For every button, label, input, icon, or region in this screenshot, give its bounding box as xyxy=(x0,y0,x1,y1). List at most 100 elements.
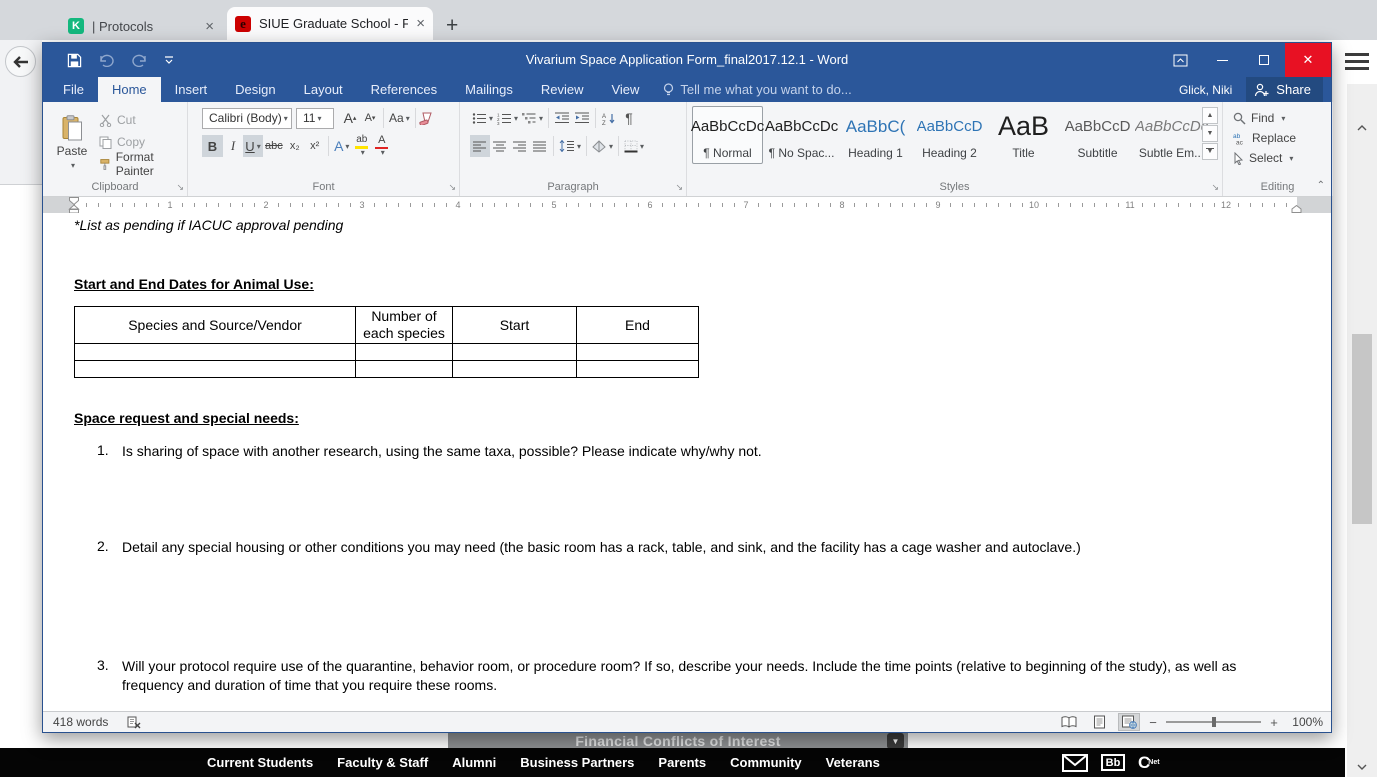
bold-button[interactable]: B xyxy=(202,135,223,157)
species-dates-table[interactable]: Species and Source/Vendor Number of each… xyxy=(74,306,699,378)
browser-back-button[interactable] xyxy=(5,46,36,77)
replace-button[interactable]: ab ac Replace xyxy=(1233,128,1296,148)
close-button[interactable]: ✕ xyxy=(1285,43,1331,77)
word-count[interactable]: 418 words xyxy=(53,712,108,732)
font-color-button[interactable]: A xyxy=(372,135,392,157)
blackboard-icon[interactable]: Bb xyxy=(1101,754,1125,771)
table-cell-empty[interactable] xyxy=(453,344,577,361)
read-mode-button[interactable] xyxy=(1058,713,1080,731)
right-indent-marker[interactable] xyxy=(1291,205,1302,213)
strikethrough-button[interactable]: abc xyxy=(263,135,285,157)
zoom-out-button[interactable]: − xyxy=(1148,715,1158,730)
tab-close-icon[interactable]: × xyxy=(205,19,214,34)
increase-indent-button[interactable] xyxy=(572,107,592,129)
italic-button[interactable]: I xyxy=(223,135,243,157)
footer-link-veterans[interactable]: Veterans xyxy=(826,755,880,770)
footer-link-alumni[interactable]: Alumni xyxy=(452,755,496,770)
align-left-button[interactable] xyxy=(470,135,490,157)
align-center-button[interactable] xyxy=(490,135,510,157)
styles-scroll-down[interactable]: ▼ xyxy=(1202,125,1218,142)
tab-insert[interactable]: Insert xyxy=(161,77,222,102)
style-no-spacing[interactable]: AaBbCcDc ¶ No Spac... xyxy=(766,106,837,164)
style-heading2[interactable]: AaBbCcD Heading 2 xyxy=(914,106,985,164)
styles-more-button[interactable]: ▼ xyxy=(1202,143,1218,160)
style-subtitle[interactable]: AaBbCcD Subtitle xyxy=(1062,106,1133,164)
cut-button[interactable]: Cut xyxy=(99,109,187,131)
print-layout-button[interactable] xyxy=(1088,713,1110,731)
table-cell-empty[interactable] xyxy=(577,344,699,361)
select-button[interactable]: Select xyxy=(1233,148,1293,168)
scrollbar-thumb[interactable] xyxy=(1352,334,1372,524)
find-button[interactable]: Find xyxy=(1233,108,1285,128)
indent-markers[interactable] xyxy=(68,197,80,214)
footer-link-community[interactable]: Community xyxy=(730,755,802,770)
align-right-button[interactable] xyxy=(510,135,530,157)
web-layout-button[interactable] xyxy=(1118,713,1140,731)
font-dialog-launcher[interactable]: ↘ xyxy=(448,182,456,193)
style-normal[interactable]: AaBbCcDc ¶ Normal xyxy=(692,106,763,164)
browser-scrollbar[interactable] xyxy=(1347,84,1377,777)
table-cell-empty[interactable] xyxy=(75,344,356,361)
tab-mailings[interactable]: Mailings xyxy=(451,77,527,102)
paragraph-dialog-launcher[interactable]: ↘ xyxy=(675,182,683,193)
tab-file[interactable]: File xyxy=(49,77,98,102)
decrease-indent-button[interactable] xyxy=(552,107,572,129)
proofing-error-icon[interactable] xyxy=(127,715,141,729)
scroll-up-icon[interactable] xyxy=(1347,120,1377,136)
tab-review[interactable]: Review xyxy=(527,77,598,102)
show-paragraph-marks-button[interactable]: ¶ xyxy=(619,107,639,129)
tab-close-icon[interactable]: × xyxy=(416,16,425,31)
line-spacing-button[interactable] xyxy=(557,135,583,157)
table-cell-empty[interactable] xyxy=(577,361,699,378)
clipboard-dialog-launcher[interactable]: ↘ xyxy=(176,182,184,193)
font-size-combo[interactable]: 11 xyxy=(296,108,334,129)
justify-button[interactable] xyxy=(530,135,550,157)
tell-me-box[interactable]: Tell me what you want to do... xyxy=(653,77,861,102)
format-painter-button[interactable]: Format Painter xyxy=(99,153,187,175)
footer-link-business-partners[interactable]: Business Partners xyxy=(520,755,634,770)
collapse-ribbon-icon[interactable]: ⌃ xyxy=(1317,180,1325,191)
underline-button[interactable]: U xyxy=(243,135,263,157)
minimize-button[interactable] xyxy=(1201,43,1243,77)
tab-view[interactable]: View xyxy=(597,77,653,102)
bullets-button[interactable] xyxy=(470,107,495,129)
subscript-button[interactable]: x₂ xyxy=(285,135,305,157)
shrink-font-button[interactable]: A▾ xyxy=(360,107,380,129)
account-name[interactable]: Glick, Niki xyxy=(1179,83,1232,97)
shading-button[interactable] xyxy=(590,135,615,157)
document-page[interactable]: *List as pending if IACUC approval pendi… xyxy=(43,213,1331,713)
scroll-down-icon[interactable] xyxy=(1347,759,1377,775)
superscript-button[interactable]: x² xyxy=(305,135,325,157)
cougarnet-icon[interactable]: C Net xyxy=(1138,753,1160,773)
tab-references[interactable]: References xyxy=(357,77,451,102)
table-cell-empty[interactable] xyxy=(356,344,453,361)
new-tab-button[interactable]: + xyxy=(446,14,458,38)
zoom-percentage[interactable]: 100% xyxy=(1287,715,1323,729)
zoom-slider[interactable] xyxy=(1166,721,1261,723)
table-cell-empty[interactable] xyxy=(453,361,577,378)
style-subtle-emphasis[interactable]: AaBbCcDc Subtle Em... xyxy=(1136,106,1207,164)
zoom-slider-thumb[interactable] xyxy=(1212,717,1216,727)
grow-font-button[interactable]: A▴ xyxy=(340,107,360,129)
change-case-button[interactable]: Aa xyxy=(387,107,412,129)
sort-button[interactable]: AZ xyxy=(599,107,619,129)
footer-link-current-students[interactable]: Current Students xyxy=(207,755,313,770)
footer-link-faculty-staff[interactable]: Faculty & Staff xyxy=(337,755,428,770)
styles-scroll-up[interactable]: ▲ xyxy=(1202,107,1218,124)
tab-home[interactable]: Home xyxy=(98,77,161,102)
browser-menu-icon[interactable] xyxy=(1345,53,1369,74)
browser-tab-siue-active[interactable]: e SIUE Graduate School - Fu... × xyxy=(227,7,433,40)
browser-tab-protocols[interactable]: K | Protocols × xyxy=(60,12,222,40)
style-heading1[interactable]: AaBbC( Heading 1 xyxy=(840,106,911,164)
table-cell-empty[interactable] xyxy=(356,361,453,378)
highlight-button[interactable]: ab xyxy=(352,135,372,157)
footer-link-parents[interactable]: Parents xyxy=(658,755,706,770)
horizontal-ruler[interactable]: 1 2 3 4 5 6 7 8 9 10 11 12 xyxy=(43,197,1331,213)
styles-dialog-launcher[interactable]: ↘ xyxy=(1211,182,1219,193)
borders-button[interactable] xyxy=(622,135,646,157)
numbering-button[interactable]: 123 xyxy=(495,107,520,129)
mail-icon[interactable] xyxy=(1062,754,1088,772)
tab-layout[interactable]: Layout xyxy=(290,77,357,102)
paste-button[interactable]: Paste xyxy=(49,106,95,178)
banner-chevron-down-icon[interactable]: ▼ xyxy=(887,733,904,749)
